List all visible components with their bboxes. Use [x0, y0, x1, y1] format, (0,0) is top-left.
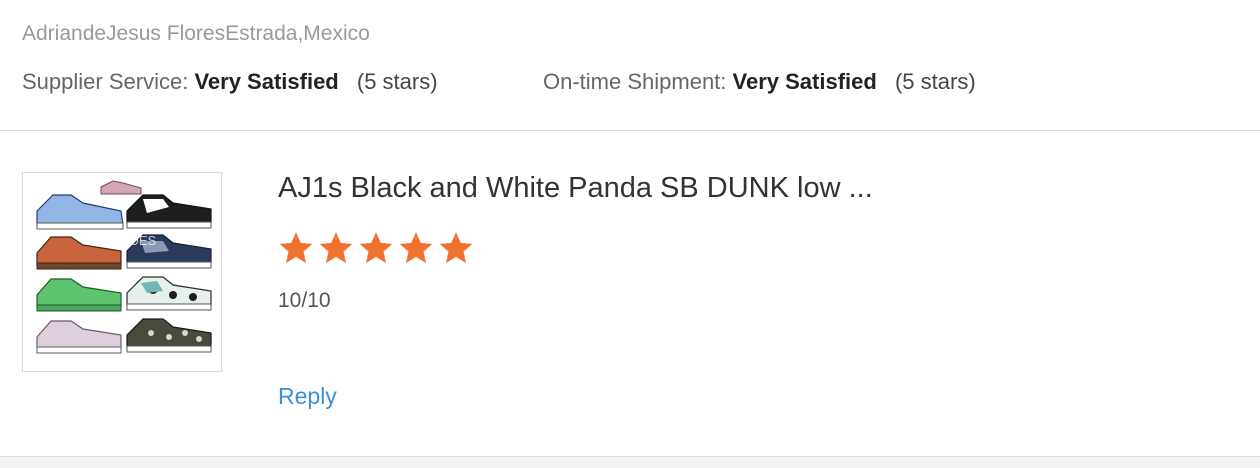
bottom-divider [0, 456, 1260, 468]
supplier-service-rating: Supplier Service: Very Satisfied (5 star… [22, 69, 438, 95]
star-icon [319, 232, 353, 263]
star-icon [399, 232, 433, 263]
on-time-shipment-rating: On-time Shipment: Very Satisfied (5 star… [543, 69, 976, 95]
review-comment: 10/10 [278, 289, 331, 312]
on-time-shipment-stars: (5 stars) [894, 69, 976, 94]
star-rating [278, 230, 474, 268]
product-thumbnail[interactable]: SB SHOES [22, 172, 222, 372]
star-icon [359, 232, 393, 263]
star-icon [439, 232, 473, 263]
reviewer-name: AdriandeJesus FloresEstrada,Mexico [22, 22, 370, 45]
on-time-shipment-label: On-time Shipment: [543, 69, 727, 94]
supplier-service-stars: (5 stars) [356, 69, 438, 94]
sneakers-image: SB SHOES [36, 180, 212, 354]
supplier-service-label: Supplier Service: [22, 69, 189, 94]
on-time-shipment-value: Very Satisfied [732, 69, 877, 94]
supplier-service-value: Very Satisfied [194, 69, 339, 94]
thumbnail-watermark: SB SHOES [90, 233, 157, 248]
star-icon [279, 232, 313, 263]
reply-link[interactable]: Reply [278, 383, 337, 410]
product-title[interactable]: AJ1s Black and White Panda SB DUNK low .… [278, 172, 873, 205]
divider [0, 130, 1260, 131]
